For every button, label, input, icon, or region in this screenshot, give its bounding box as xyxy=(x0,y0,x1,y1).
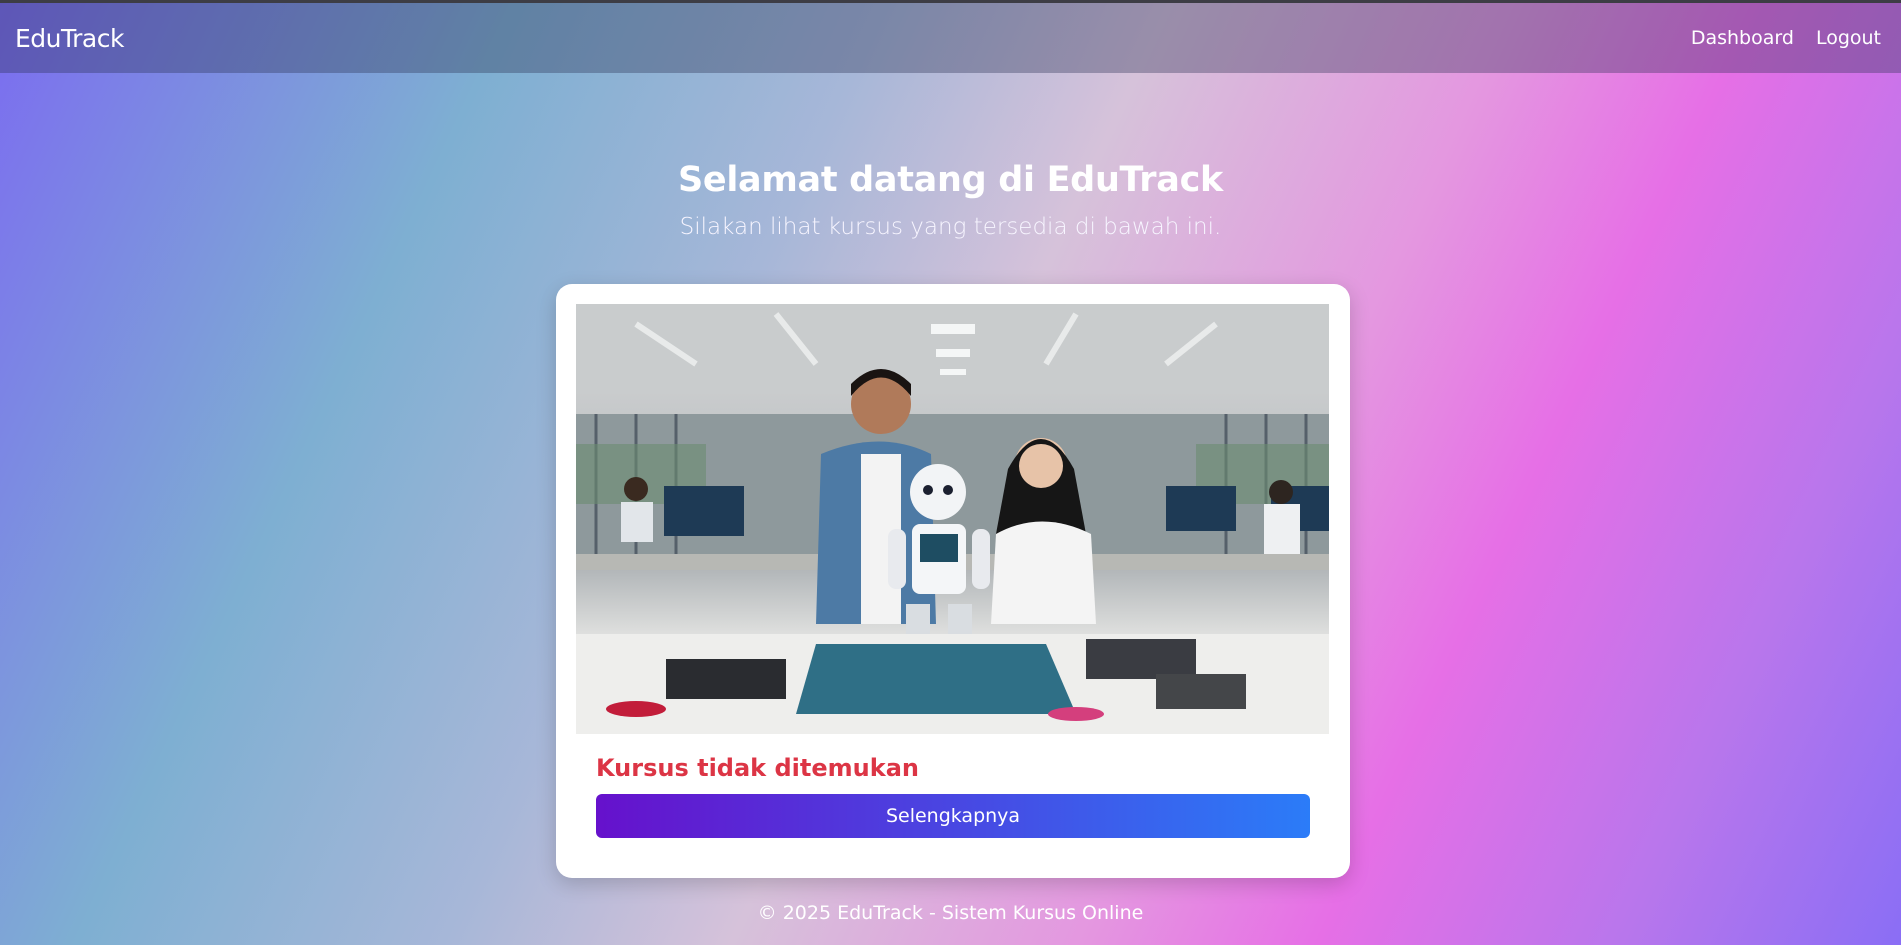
navbar: EduTrack Dashboard Logout xyxy=(0,3,1901,73)
hero-section: Selamat datang di EduTrack Silakan lihat… xyxy=(0,160,1901,240)
page-subtitle: Silakan lihat kursus yang tersedia di ba… xyxy=(679,214,1222,240)
footer: © 2025 EduTrack - Sistem Kursus Online xyxy=(757,902,1144,924)
course-title: Kursus tidak ditemukan xyxy=(596,754,919,782)
nav-link-logout[interactable]: Logout xyxy=(1816,27,1881,49)
brand-logo[interactable]: EduTrack xyxy=(15,24,124,53)
page-title: Selamat datang di EduTrack xyxy=(678,160,1223,200)
nav-links: Dashboard Logout xyxy=(1691,27,1881,49)
nav-link-dashboard[interactable]: Dashboard xyxy=(1691,27,1794,49)
robotics-lab-photo xyxy=(576,304,1329,734)
course-card: Kursus tidak ditemukan Selengkapnya xyxy=(556,284,1350,878)
details-button[interactable]: Selengkapnya xyxy=(596,794,1310,838)
course-image xyxy=(576,304,1329,734)
